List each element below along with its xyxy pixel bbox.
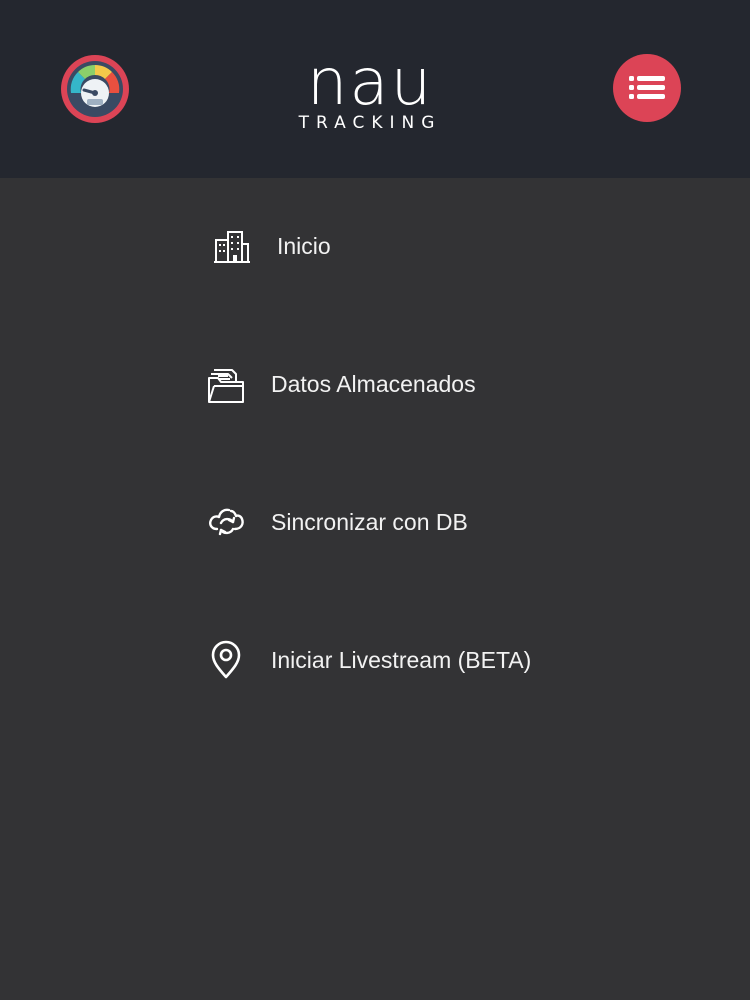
buildings-icon [212, 226, 260, 266]
menu-button[interactable] [613, 54, 681, 122]
nav-item-label: Sincronizar con DB [271, 509, 468, 535]
nav-item-inicio[interactable]: Inicio [200, 216, 620, 276]
app-header: nau TRACKING [0, 0, 750, 178]
nav-item-label: Inicio [277, 233, 331, 259]
folder-files-icon [206, 364, 254, 404]
logo-subtitle: TRACKING [298, 113, 442, 133]
speedometer-button[interactable] [61, 55, 129, 123]
logo-wordmark: nau [306, 46, 434, 120]
nav-item-sincronizar[interactable]: Sincronizar con DB [200, 492, 620, 552]
app-logo: nau TRACKING [265, 47, 475, 139]
list-icon [629, 76, 665, 99]
cloud-sync-icon [206, 502, 254, 542]
speedometer-icon [61, 55, 129, 123]
nav-item-label: Iniciar Livestream (BETA) [271, 647, 532, 673]
nav-item-livestream[interactable]: Iniciar Livestream (BETA) [200, 630, 620, 690]
nav-item-label: Datos Almacenados [271, 371, 476, 397]
nav-item-datos-almacenados[interactable]: Datos Almacenados [200, 354, 620, 414]
location-pin-icon [208, 640, 256, 680]
